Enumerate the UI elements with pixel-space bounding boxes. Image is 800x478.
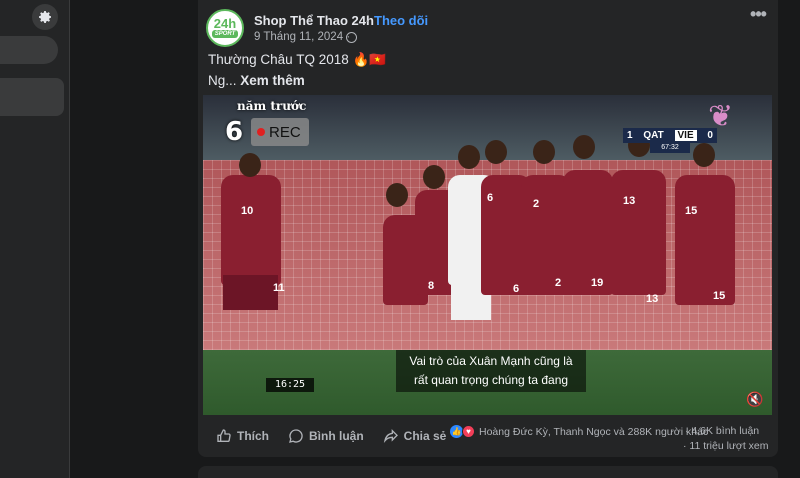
butterfly-icon: ❦: [708, 100, 734, 133]
comment-icon: [289, 429, 303, 443]
overlay-number: 6: [225, 117, 244, 147]
views-count: · 11 triệu lượt xem: [683, 440, 769, 452]
match-clock: 67:32: [650, 143, 690, 153]
thumbs-up-icon: [217, 429, 231, 442]
love-reaction-icon: ♥: [462, 425, 475, 438]
sidebar-item[interactable]: [0, 36, 58, 64]
subtitle-line-1: Vai trò của Xuân Mạnh cũng là: [409, 354, 573, 368]
post-caption: Thường Châu TQ 2018 🔥🇻🇳: [208, 52, 387, 67]
comments-count[interactable]: · 4,6K bình luận: [685, 425, 759, 437]
jersey-number: 19: [591, 277, 604, 289]
jersey-number: 13: [623, 195, 636, 207]
page-name-link[interactable]: Shop Thể Thao 24h: [254, 13, 374, 28]
overlay-years-ago: năm trước: [237, 99, 307, 113]
gear-icon[interactable]: [32, 4, 58, 30]
record-dot-icon: [257, 128, 265, 136]
jersey-number: 15: [713, 290, 726, 302]
comment-button[interactable]: Bình luận: [288, 428, 364, 444]
next-post-card: [198, 466, 778, 478]
see-more-link[interactable]: Xem thêm: [240, 73, 305, 88]
comment-label: Bình luận: [309, 429, 364, 443]
like-button[interactable]: Thích: [216, 428, 269, 444]
avatar-logo-subtext: SPORT: [211, 30, 239, 38]
subtitle-line-2: rất quan trọng chúng ta đang: [413, 373, 569, 387]
post-date[interactable]: 9 Tháng 11, 2024 ·: [254, 31, 350, 43]
video-timestamp: 16:25: [266, 378, 314, 392]
video-player[interactable]: 10 8 6 6 2 2 19 13 13 15 15 11 năm trước…: [203, 95, 772, 415]
jersey-number: 2: [533, 198, 540, 210]
jersey-number: 11: [273, 282, 285, 294]
video-subtitle: Vai trò của Xuân Mạnh cũng là rất quan t…: [396, 350, 586, 392]
post-actions: Thích Bình luận Chia sẻ: [216, 428, 446, 444]
scoreboard: 1 QAT VIE 0: [623, 128, 717, 143]
reactions-text: Hoàng Đức Kỳ, Thanh Ngọc và 288K người k…: [479, 425, 709, 438]
avatar-logo-text: 24h: [213, 16, 237, 31]
away-team: VIE: [674, 130, 697, 141]
jersey-number: 2: [555, 277, 562, 289]
page-avatar[interactable]: 24h SPORT: [206, 9, 244, 47]
follow-button[interactable]: Theo dõi: [374, 13, 428, 28]
jersey-number: 6: [487, 192, 494, 204]
rec-badge: REC: [251, 118, 309, 146]
home-team: QAT: [643, 130, 664, 141]
separator: ·: [365, 13, 370, 28]
post-caption-truncated: Ng... Xem thêm: [208, 73, 305, 88]
more-options-button[interactable]: •••: [745, 5, 771, 30]
volume-mute-icon[interactable]: 🔇: [746, 391, 763, 408]
rec-label: REC: [269, 123, 301, 141]
post-date-text: 9 Tháng 11, 2024: [254, 31, 344, 43]
share-icon: [383, 429, 398, 444]
jersey-number: 13: [646, 293, 659, 305]
post-card: 24h SPORT Shop Thể Thao 24h · Theo dõi 9…: [198, 0, 778, 457]
jersey-number: 15: [685, 205, 698, 217]
home-score: 1: [627, 130, 633, 141]
reactions-summary[interactable]: 👍 ♥ Hoàng Đức Kỳ, Thanh Ngọc và 288K ngư…: [450, 425, 708, 438]
share-button[interactable]: Chia sẻ: [383, 428, 447, 444]
share-label: Chia sẻ: [403, 429, 447, 443]
left-sidebar: [0, 0, 70, 478]
jersey-number: 10: [241, 205, 254, 217]
jersey-number: 8: [428, 280, 435, 292]
like-label: Thích: [237, 429, 269, 443]
caption-prefix: Ng...: [208, 73, 241, 88]
globe-icon: [346, 32, 357, 43]
jersey-number: 6: [513, 283, 520, 295]
sidebar-item-active[interactable]: [0, 78, 64, 116]
